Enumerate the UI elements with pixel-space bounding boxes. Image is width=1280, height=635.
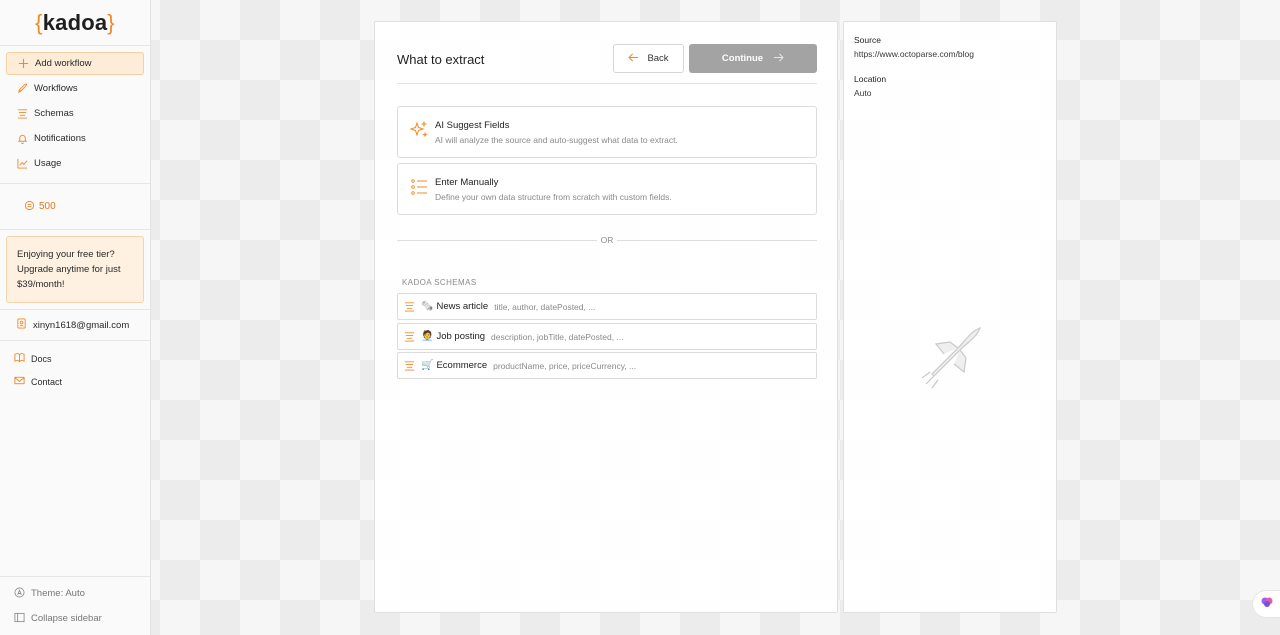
collapse-label: Collapse sidebar [31, 613, 102, 624]
continue-label: Continue [721, 53, 764, 64]
brain-icon [1260, 595, 1274, 614]
sidebar-item-usage[interactable]: Usage [6, 152, 144, 175]
schema-icon [16, 108, 28, 120]
newspaper-emoji: 🗞️ [421, 301, 434, 312]
upgrade-text: Enjoying your free tier? Upgrade anytime… [17, 249, 121, 290]
sidebar-item-schemas[interactable]: Schemas [6, 102, 144, 125]
logo-brace-open: { [35, 9, 43, 35]
location-label: Location [854, 74, 887, 84]
source-value: https://www.octoparse.com/blog [854, 49, 975, 59]
assistant-launcher-button[interactable] [1252, 590, 1280, 618]
continue-button[interactable]: Continue [689, 44, 817, 73]
book-icon [14, 352, 25, 365]
schema-fields: description, jobTitle, datePosted, ... [491, 331, 624, 342]
back-label: Back [647, 53, 669, 64]
sidebar-links: Docs Contact [0, 341, 150, 393]
user-badge-icon [16, 318, 27, 332]
arrow-left-icon [628, 53, 639, 65]
schema-fields: title, author, datePosted, ... [494, 301, 596, 312]
option-description: AI will analyze the source and auto-sugg… [435, 135, 678, 145]
schema-job-posting[interactable]: 🧑‍💼 Job posting description, jobTitle, d… [397, 323, 817, 350]
option-description: Define your own data structure from scra… [435, 192, 672, 202]
theme-auto-icon [14, 587, 25, 601]
panel-header: What to extract Back Continue [397, 44, 817, 84]
mail-icon [14, 375, 25, 388]
theme-label: Theme: Auto [31, 588, 85, 599]
list-icon [409, 177, 429, 197]
or-divider: OR [397, 234, 817, 246]
sidebar-item-label: Workflows [34, 83, 78, 94]
enter-manually-option[interactable]: Enter Manually Define your own data stru… [397, 163, 817, 215]
sidebar-item-label: Schemas [34, 108, 74, 119]
sidebar-item-notifications[interactable]: Notifications [6, 127, 144, 150]
credits-value: 500 [39, 201, 56, 212]
office-worker-emoji: 🧑‍💼 [421, 331, 434, 342]
sidebar-link-label: Docs [31, 353, 52, 364]
schema-icon [404, 301, 416, 312]
collapse-sidebar-button[interactable]: Collapse sidebar [0, 606, 150, 631]
sidebar-bottom: Theme: Auto Collapse sidebar [0, 576, 150, 635]
logo-brace-close: } [107, 9, 115, 35]
logo[interactable]: {kadoa} [0, 0, 150, 46]
arrow-right-icon [773, 53, 784, 65]
sidebar-link-label: Contact [31, 376, 63, 387]
plus-icon [17, 58, 29, 70]
sidebar: {kadoa} Add workflow Workflows Schemas N… [0, 0, 151, 635]
sidebar-item-label: Usage [34, 158, 62, 169]
source-label: Source [854, 35, 881, 45]
schema-fields: productName, price, priceCurrency, ... [493, 360, 637, 371]
location-value: Auto [854, 88, 872, 98]
sidebar-item-add-workflow[interactable]: Add workflow [6, 52, 144, 75]
sidebar-collapse-icon [14, 612, 25, 626]
divider-line [617, 240, 817, 241]
extract-panel: What to extract Back Continue AI Suggest… [374, 21, 838, 613]
schema-name: News article [436, 301, 489, 312]
theme-toggle[interactable]: Theme: Auto [0, 581, 150, 606]
schema-icon [404, 360, 416, 371]
option-title: Enter Manually [435, 177, 499, 188]
rocket-illustration-icon [914, 324, 986, 396]
rocket-icon [16, 83, 28, 95]
sidebar-link-docs[interactable]: Docs [0, 347, 150, 370]
back-button[interactable]: Back [613, 44, 684, 73]
schema-ecommerce[interactable]: 🛒 Ecommerce productName, price, priceCur… [397, 352, 817, 379]
chart-line-icon [16, 158, 28, 170]
option-title: AI Suggest Fields [435, 120, 510, 131]
sidebar-item-label: Add workflow [35, 58, 92, 69]
sidebar-item-label: Notifications [34, 133, 86, 144]
coin-icon [24, 200, 35, 214]
account-email: xinyn1618@gmail.com [33, 319, 130, 331]
sidebar-nav: Add workflow Workflows Schemas Notificat… [0, 46, 150, 184]
shopping-cart-emoji: 🛒 [421, 360, 434, 371]
sidebar-link-contact[interactable]: Contact [0, 370, 150, 393]
schema-name: Job posting [436, 331, 486, 342]
account-email-row[interactable]: xinyn1618@gmail.com [0, 309, 150, 341]
upgrade-banner[interactable]: Enjoying your free tier? Upgrade anytime… [6, 236, 144, 303]
ai-suggest-fields-option[interactable]: AI Suggest Fields AI will analyze the so… [397, 106, 817, 158]
logo-text: kadoa [42, 9, 108, 35]
schema-news-article[interactable]: 🗞️ News article title, author, datePoste… [397, 293, 817, 320]
workflow-summary-panel: Source https://www.octoparse.com/blog Lo… [843, 21, 1057, 613]
page-title: What to extract [397, 52, 485, 67]
sparkle-icon [409, 120, 429, 140]
bell-icon [16, 133, 28, 145]
schema-icon [404, 331, 416, 342]
credits-balance: 500 [0, 184, 150, 230]
schemas-section-label: KADOA SCHEMAS [402, 278, 477, 287]
schema-name: Ecommerce [436, 360, 488, 371]
sidebar-item-workflows[interactable]: Workflows [6, 77, 144, 100]
